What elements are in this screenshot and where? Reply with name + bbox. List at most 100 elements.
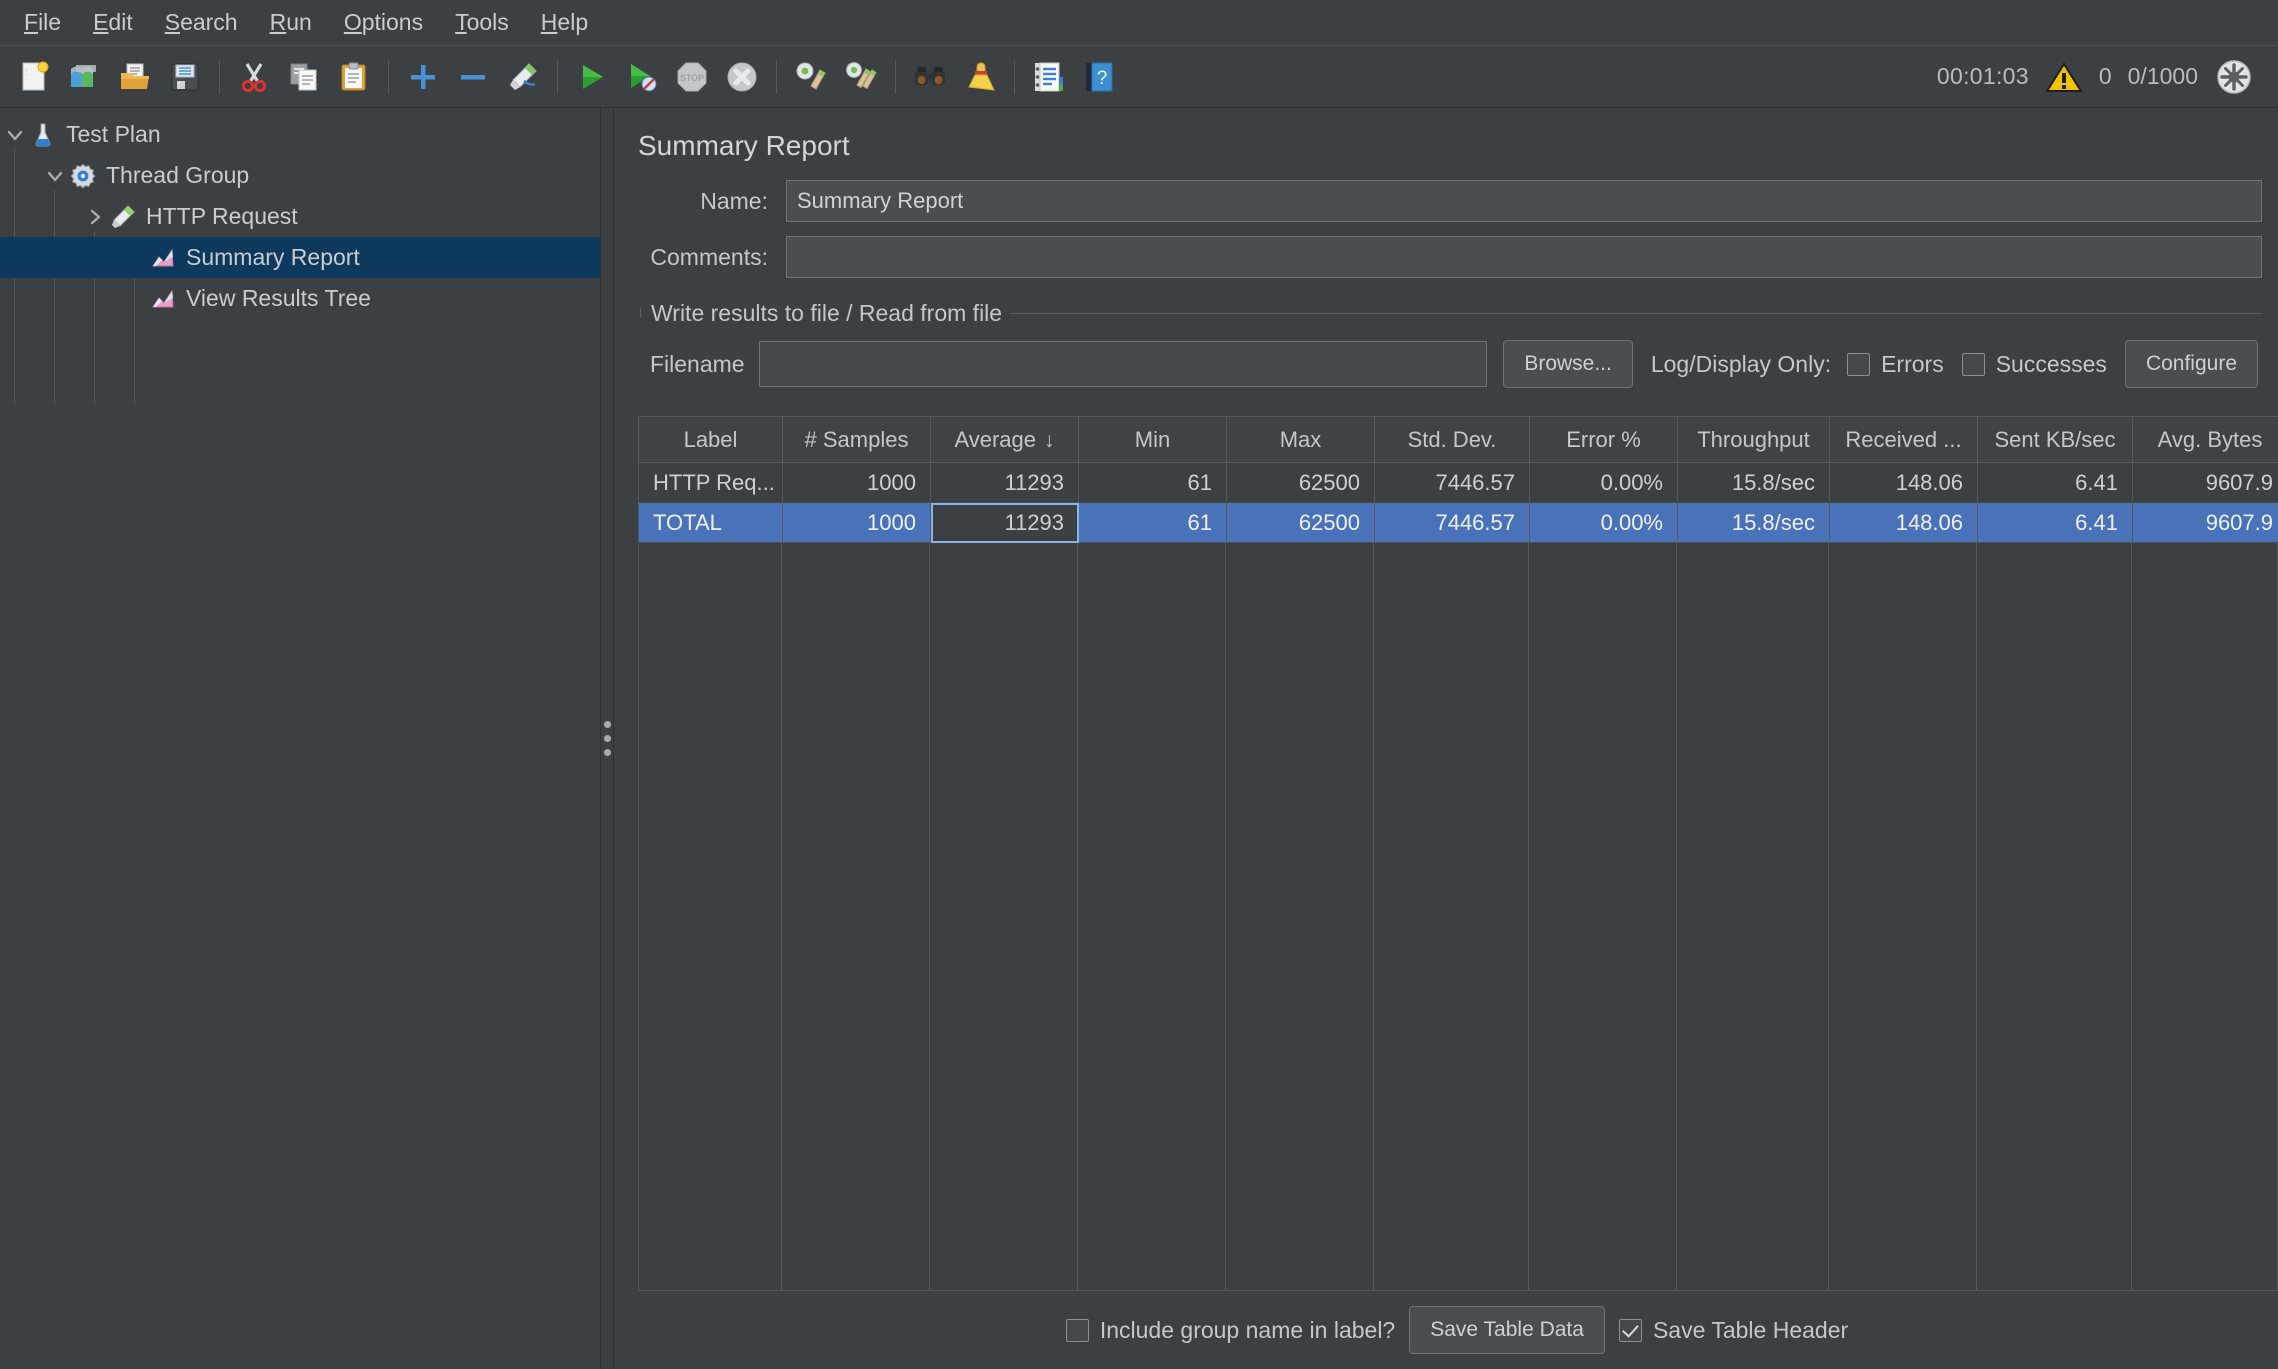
comments-input[interactable]	[786, 236, 2262, 278]
toolbar-status-area: 00:01:03 0 0/1000	[1937, 57, 2268, 97]
col-header-samples[interactable]: # Samples	[783, 417, 931, 463]
col-header-std-dev[interactable]: Std. Dev.	[1375, 417, 1530, 463]
successes-checkbox[interactable]	[1962, 353, 1985, 376]
cell-samples[interactable]: 1000	[783, 463, 931, 503]
copy-icon[interactable]	[281, 54, 327, 100]
expand-all-icon[interactable]	[400, 54, 446, 100]
cell-received-kb[interactable]: 148.06	[1830, 503, 1978, 543]
col-header-received-kb[interactable]: Received ...	[1830, 417, 1978, 463]
save-icon[interactable]	[162, 54, 208, 100]
cell-std-dev[interactable]: 7446.57	[1375, 463, 1530, 503]
menu-help[interactable]: Help	[525, 5, 604, 40]
menu-file[interactable]: File	[8, 5, 77, 40]
main-body: Test Plan Thread Group	[0, 108, 2278, 1369]
include-group-name-wrap[interactable]: Include group name in label?	[1066, 1317, 1395, 1344]
open-icon[interactable]	[112, 54, 158, 100]
tree-node-http-request[interactable]: HTTP Request	[0, 196, 600, 237]
errors-label: Errors	[1881, 351, 1944, 378]
clear-all-icon[interactable]	[838, 54, 884, 100]
toolbar-separator-5	[895, 60, 896, 94]
cell-throughput[interactable]: 15.8/sec	[1678, 503, 1830, 543]
cell-max[interactable]: 62500	[1227, 463, 1375, 503]
menu-tools[interactable]: Tools	[439, 5, 525, 40]
stop-icon[interactable]: STOP	[669, 54, 715, 100]
tree-node-view-results-tree[interactable]: View Results Tree	[0, 278, 600, 319]
cell-error-pct[interactable]: 0.00%	[1530, 463, 1678, 503]
cell-avg-bytes[interactable]: 9607.9	[2133, 463, 2278, 503]
cell-sent-kb[interactable]: 6.41	[1978, 463, 2133, 503]
clear-icon[interactable]	[788, 54, 834, 100]
table-head: Label # Samples Average↓ Min Max Std. De…	[639, 417, 2278, 463]
include-group-name-checkbox[interactable]	[1066, 1319, 1089, 1342]
test-plan-tree[interactable]: Test Plan Thread Group	[0, 108, 600, 1369]
menu-edit[interactable]: Edit	[77, 5, 149, 40]
name-input[interactable]	[786, 180, 2262, 222]
cell-average[interactable]: 11293	[931, 503, 1079, 543]
tree-node-summary-report[interactable]: Summary Report	[0, 237, 600, 278]
start-icon[interactable]	[569, 54, 615, 100]
cell-avg-bytes[interactable]: 9607.9	[2133, 503, 2278, 543]
configure-button[interactable]: Configure	[2125, 340, 2258, 388]
col-header-average[interactable]: Average↓	[931, 417, 1079, 463]
col-header-sent-kb[interactable]: Sent KB/sec	[1978, 417, 2133, 463]
toggle-icon[interactable]	[500, 54, 546, 100]
function-helper-icon[interactable]	[1026, 54, 1072, 100]
new-icon[interactable]	[12, 54, 58, 100]
table-row[interactable]: HTTP Req... 1000 11293 61 62500 7446.57 …	[639, 463, 2278, 503]
remote-status-icon[interactable]	[2214, 57, 2254, 97]
col-header-throughput[interactable]: Throughput	[1678, 417, 1830, 463]
splitter-grip-icon	[604, 721, 611, 756]
chevron-right-icon[interactable]	[82, 204, 108, 230]
errors-checkbox[interactable]	[1847, 353, 1870, 376]
summary-table[interactable]: Label # Samples Average↓ Min Max Std. De…	[638, 416, 2278, 543]
cell-average[interactable]: 11293	[931, 463, 1079, 503]
panel-splitter[interactable]	[600, 108, 614, 1369]
search-reset-icon[interactable]	[957, 54, 1003, 100]
table-empty-area[interactable]	[638, 543, 2278, 1290]
col-header-error-pct[interactable]: Error %	[1530, 417, 1678, 463]
groupbox-legend: Write results to file / Read from file	[641, 300, 1010, 327]
errors-checkbox-wrap[interactable]: Errors	[1847, 351, 1944, 378]
cell-max[interactable]: 62500	[1227, 503, 1375, 543]
collapse-all-icon[interactable]	[450, 54, 496, 100]
save-table-data-button[interactable]: Save Table Data	[1409, 1306, 1605, 1354]
save-table-header-checkbox[interactable]	[1619, 1319, 1642, 1342]
templates-icon[interactable]	[62, 54, 108, 100]
search-icon[interactable]	[907, 54, 953, 100]
menu-search[interactable]: Search	[149, 5, 254, 40]
col-header-label[interactable]: Label	[639, 417, 783, 463]
cell-label[interactable]: TOTAL	[639, 503, 783, 543]
cell-error-pct[interactable]: 0.00%	[1530, 503, 1678, 543]
col-header-max[interactable]: Max	[1227, 417, 1375, 463]
tree-node-test-plan[interactable]: Test Plan	[0, 114, 600, 155]
successes-checkbox-wrap[interactable]: Successes	[1962, 351, 2107, 378]
filename-label: Filename	[650, 351, 745, 378]
cell-sent-kb[interactable]: 6.41	[1978, 503, 2133, 543]
table-row[interactable]: TOTAL 1000 11293 61 62500 7446.57 0.00% …	[639, 503, 2278, 543]
cell-label[interactable]: HTTP Req...	[639, 463, 783, 503]
help-icon[interactable]: ?	[1076, 54, 1122, 100]
cut-icon[interactable]	[231, 54, 277, 100]
browse-button[interactable]: Browse...	[1503, 340, 1633, 388]
filename-input[interactable]	[759, 341, 1488, 387]
cell-throughput[interactable]: 15.8/sec	[1678, 463, 1830, 503]
cell-std-dev[interactable]: 7446.57	[1375, 503, 1530, 543]
warning-icon[interactable]	[2045, 60, 2083, 94]
col-header-min[interactable]: Min	[1079, 417, 1227, 463]
col-header-avg-bytes[interactable]: Avg. Bytes	[2133, 417, 2278, 463]
cell-received-kb[interactable]: 148.06	[1830, 463, 1978, 503]
paste-icon[interactable]	[331, 54, 377, 100]
chevron-down-icon[interactable]	[2, 122, 28, 148]
cell-min[interactable]: 61	[1079, 503, 1227, 543]
menu-options[interactable]: Options	[328, 5, 439, 40]
menu-run[interactable]: Run	[254, 5, 328, 40]
shutdown-icon[interactable]	[719, 54, 765, 100]
tree-node-thread-group[interactable]: Thread Group	[0, 155, 600, 196]
cell-min[interactable]: 61	[1079, 463, 1227, 503]
tree-node-label: Thread Group	[106, 162, 249, 189]
chevron-down-icon[interactable]	[42, 163, 68, 189]
write-results-groupbox: Write results to file / Read from file F…	[640, 300, 2262, 402]
start-no-pauses-icon[interactable]	[619, 54, 665, 100]
save-table-header-wrap[interactable]: Save Table Header	[1619, 1317, 1848, 1344]
cell-samples[interactable]: 1000	[783, 503, 931, 543]
